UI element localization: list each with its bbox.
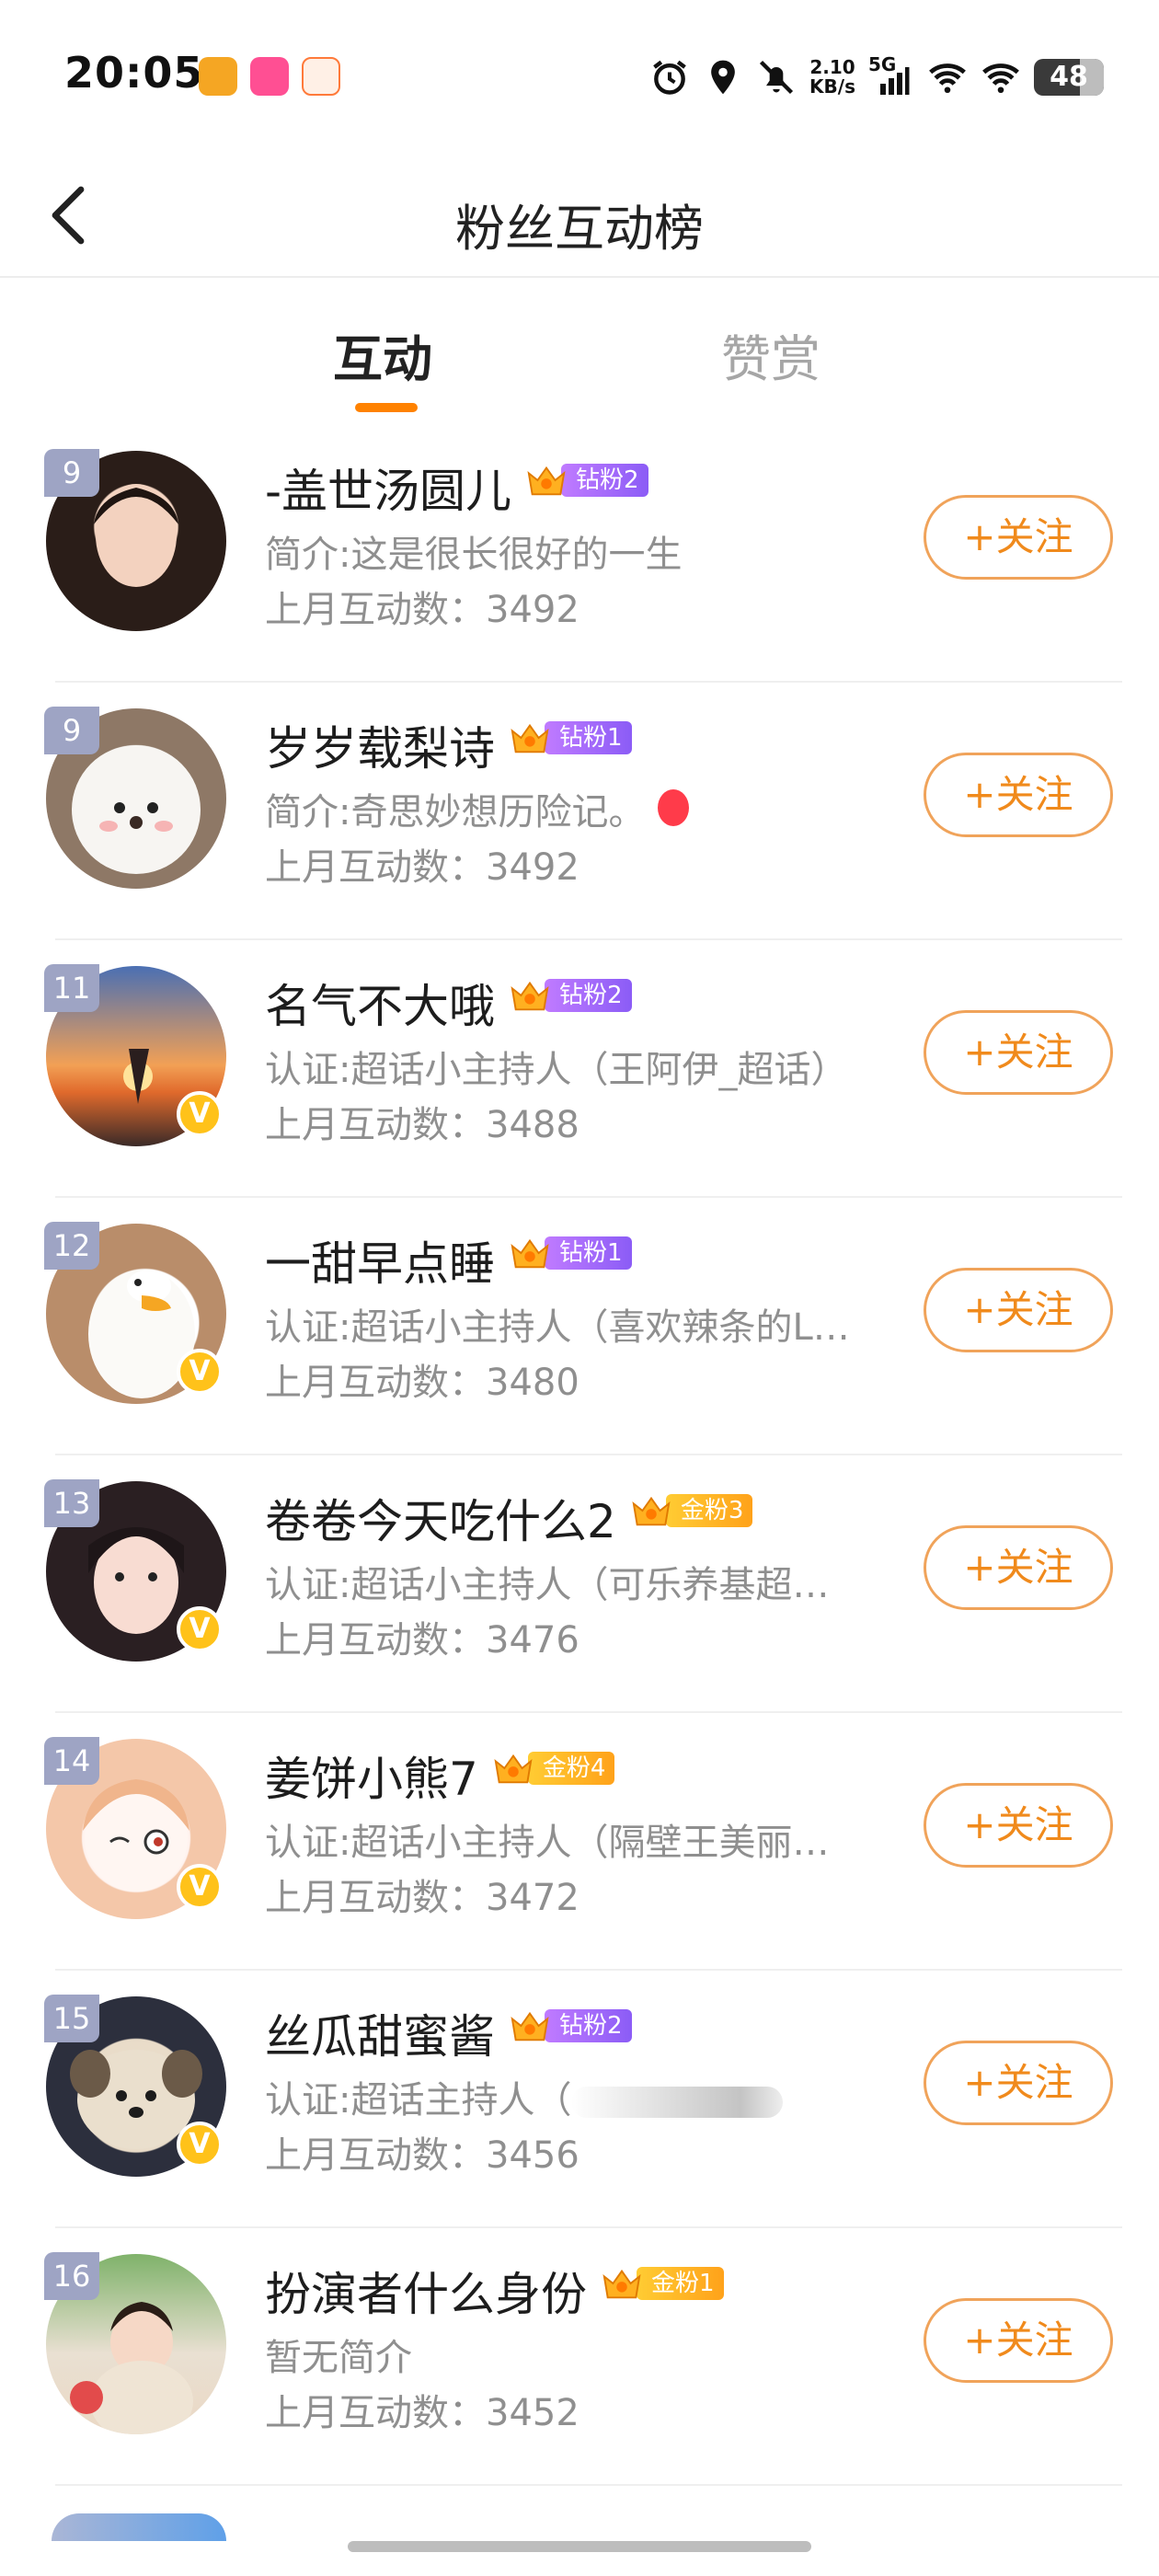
fan-name[interactable]: 扮演者什么身份 金粉1	[265, 2258, 724, 2324]
interaction-count: 上月互动数：3492	[265, 589, 580, 631]
page-title: 粉丝互动榜	[455, 200, 704, 258]
crown-icon	[632, 1496, 671, 1526]
crown-icon	[602, 2269, 641, 2299]
tab-interaction[interactable]: 互动	[333, 318, 432, 391]
wifi-icon	[982, 63, 1019, 94]
fan-bio: 简介:奇思妙想历险记。	[265, 782, 690, 835]
location-icon	[711, 60, 735, 95]
interaction-count: 上月互动数：3492	[265, 846, 580, 889]
fan-name[interactable]: 姜饼小熊7 金粉4	[265, 1742, 615, 1809]
fan-level-badge: 钻粉1	[508, 1235, 632, 1271]
verified-icon: V	[177, 2122, 223, 2168]
next-avatar-partial	[52, 2513, 226, 2541]
fan-name[interactable]: 一甜早点睡 钻粉1	[265, 1227, 632, 1294]
verified-icon: V	[177, 1864, 223, 1910]
follow-button[interactable]: +关注	[924, 753, 1113, 837]
status-time: 20:05	[64, 48, 204, 98]
mobile-signal: 5G	[868, 55, 914, 98]
fan-bio: 暂无简介	[265, 2337, 412, 2379]
fan-bio: 认证:超话小主持人（王阿伊_超话）	[265, 1049, 848, 1091]
fan-level-badge: 钻粉2	[508, 2007, 632, 2044]
fan-name[interactable]: 卷卷今天吃什么2 金粉3	[265, 1485, 753, 1551]
wifi-icon	[929, 63, 966, 94]
app-notification-icon	[302, 57, 340, 96]
fan-bio: 简介:这是很长很好的一生	[265, 534, 683, 576]
follow-button[interactable]: +关注	[924, 495, 1113, 580]
rank-badge: 11	[44, 964, 99, 1012]
list-item[interactable]: 15 V 丝瓜甜蜜酱 钻粉2 认证:超话主持人（ 上月互动数：3456 +关注	[0, 1971, 1159, 2228]
list-item[interactable]: 9 岁岁载梨诗 钻粉1 简介:奇思妙想历险记。 上月互动数：3492 +关注	[0, 683, 1159, 940]
status-bar: 20:05 2.10 KB/s 5G 48	[0, 0, 1159, 155]
crown-icon	[511, 981, 549, 1011]
list-item[interactable]: 12 V 一甜早点睡 钻粉1 认证:超话小主持人（喜欢辣条的L… 上月互动数：34…	[0, 1198, 1159, 1455]
fan-name[interactable]: 名气不大哦 钻粉2	[265, 970, 632, 1036]
signal-icon	[880, 67, 910, 95]
rank-badge: 16	[44, 2252, 99, 2300]
interaction-count: 上月互动数：3456	[265, 2134, 580, 2177]
crown-icon	[511, 1238, 549, 1269]
list-item[interactable]: 9 -盖世汤圆儿 钻粉2 简介:这是很长很好的一生 上月互动数：3492 +关注	[0, 425, 1159, 683]
verified-icon: V	[177, 1349, 223, 1395]
net-speed: 2.10 KB/s	[809, 56, 855, 98]
interaction-count: 上月互动数：3488	[265, 1104, 580, 1146]
active-tab-indicator	[355, 403, 418, 412]
redacted-text	[571, 2087, 784, 2118]
rank-badge: 13	[44, 1479, 99, 1527]
rank-badge: 9	[44, 707, 99, 754]
crown-icon	[494, 1754, 533, 1784]
list-item[interactable]: 11 V 名气不大哦 钻粉2 认证:超话小主持人（王阿伊_超话） 上月互动数：34…	[0, 940, 1159, 1198]
list-item[interactable]: 16 扮演者什么身份 金粉1 暂无简介 上月互动数：3452 +关注	[0, 2228, 1159, 2486]
fan-name[interactable]: 丝瓜甜蜜酱 钻粉2	[265, 2000, 632, 2066]
battery-level: 48	[1050, 61, 1088, 93]
divider	[55, 2484, 1122, 2486]
verified-icon: V	[177, 1091, 223, 1137]
list-item[interactable]: 13 V 卷卷今天吃什么2 金粉3 认证:超话小主持人（可乐养基超… 上月互动数：…	[0, 1455, 1159, 1713]
follow-button[interactable]: +关注	[924, 1783, 1113, 1868]
follow-button[interactable]: +关注	[924, 1268, 1113, 1352]
fan-level-badge: 金粉3	[629, 1492, 753, 1529]
follow-button[interactable]: +关注	[924, 1525, 1113, 1610]
fan-name[interactable]: 岁岁载梨诗 钻粉1	[265, 712, 632, 778]
fan-level-badge: 金粉1	[600, 2265, 724, 2302]
mute-bell-icon	[759, 60, 794, 95]
rank-badge: 14	[44, 1737, 99, 1785]
fan-bio: 认证:超话小主持人（喜欢辣条的L…	[265, 1306, 850, 1349]
fan-name[interactable]: -盖世汤圆儿 钻粉2	[265, 454, 648, 521]
interaction-count: 上月互动数：3480	[265, 1362, 580, 1404]
fan-bio: 认证:超话小主持人（隔壁王美丽…	[265, 1822, 830, 1864]
fan-bio: 认证:超话小主持人（可乐养基超…	[265, 1564, 830, 1606]
app-notification-icon	[250, 57, 289, 96]
tab-reward[interactable]: 赞赏	[721, 318, 820, 391]
rank-badge: 12	[44, 1222, 99, 1270]
fan-level-badge: 钻粉2	[524, 462, 648, 499]
nav-bar: 粉丝互动榜	[0, 155, 1159, 278]
follow-button[interactable]: +关注	[924, 2041, 1113, 2125]
follow-button[interactable]: +关注	[924, 1010, 1113, 1095]
status-icons: 2.10 KB/s 5G 48	[649, 50, 1104, 105]
app-notification-icon	[199, 57, 237, 96]
fan-bio: 认证:超话主持人（	[265, 2070, 784, 2123]
battery-icon: 48	[1034, 59, 1104, 96]
crown-icon	[527, 466, 566, 496]
crown-icon	[511, 723, 549, 753]
fan-level-badge: 钻粉2	[508, 977, 632, 1014]
verified-icon: V	[177, 1606, 223, 1652]
interaction-count: 上月互动数：3476	[265, 1619, 580, 1662]
rank-badge: 15	[44, 1995, 99, 2042]
home-indicator[interactable]	[348, 2541, 811, 2552]
rank-badge: 9	[44, 449, 99, 497]
alarm-icon	[653, 60, 686, 95]
crown-icon	[511, 2011, 549, 2041]
tab-bar: 互动 赞赏	[0, 278, 1159, 425]
list-item[interactable]: 14 V 姜饼小熊7 金粉4 认证:超话小主持人（隔壁王美丽… 上月互动数：347…	[0, 1713, 1159, 1971]
interaction-count: 上月互动数：3452	[265, 2392, 580, 2434]
balloon-emoji-icon	[658, 789, 690, 826]
follow-button[interactable]: +关注	[924, 2298, 1113, 2383]
fan-level-badge: 钻粉1	[508, 719, 632, 756]
fan-level-badge: 金粉4	[491, 1750, 615, 1787]
interaction-count: 上月互动数：3472	[265, 1877, 580, 1919]
